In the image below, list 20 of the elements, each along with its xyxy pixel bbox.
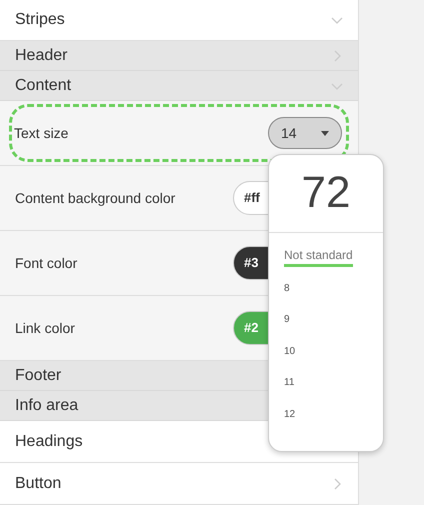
dropdown-option[interactable]: 10 [284,344,296,359]
section-header[interactable]: Content [15,74,72,98]
section-header[interactable]: Header [15,44,68,68]
dropdown-option[interactable]: 8 [284,280,290,296]
setting-label[interactable]: Button [15,472,62,496]
dropdown-option[interactable]: Not standard [284,246,353,268]
dropdown-option[interactable]: 9 [284,312,290,328]
section-header[interactable]: Footer [15,364,62,388]
setting-label: Font color [15,254,78,272]
dropdown-option[interactable]: 11 [284,375,294,390]
setting-label: Link color [15,318,75,338]
setting-label[interactable]: Headings [15,430,83,454]
setting-label: Content background color [15,188,176,208]
size-preview: 72 [300,167,352,215]
caret-icon [321,130,329,136]
setting-label[interactable]: Stripes [15,8,65,32]
text-size-select[interactable]: 14 [268,117,342,149]
section-header[interactable]: Info area [15,394,78,418]
dropdown-option[interactable]: 12 [284,406,296,422]
setting-label: Text size [14,124,68,142]
